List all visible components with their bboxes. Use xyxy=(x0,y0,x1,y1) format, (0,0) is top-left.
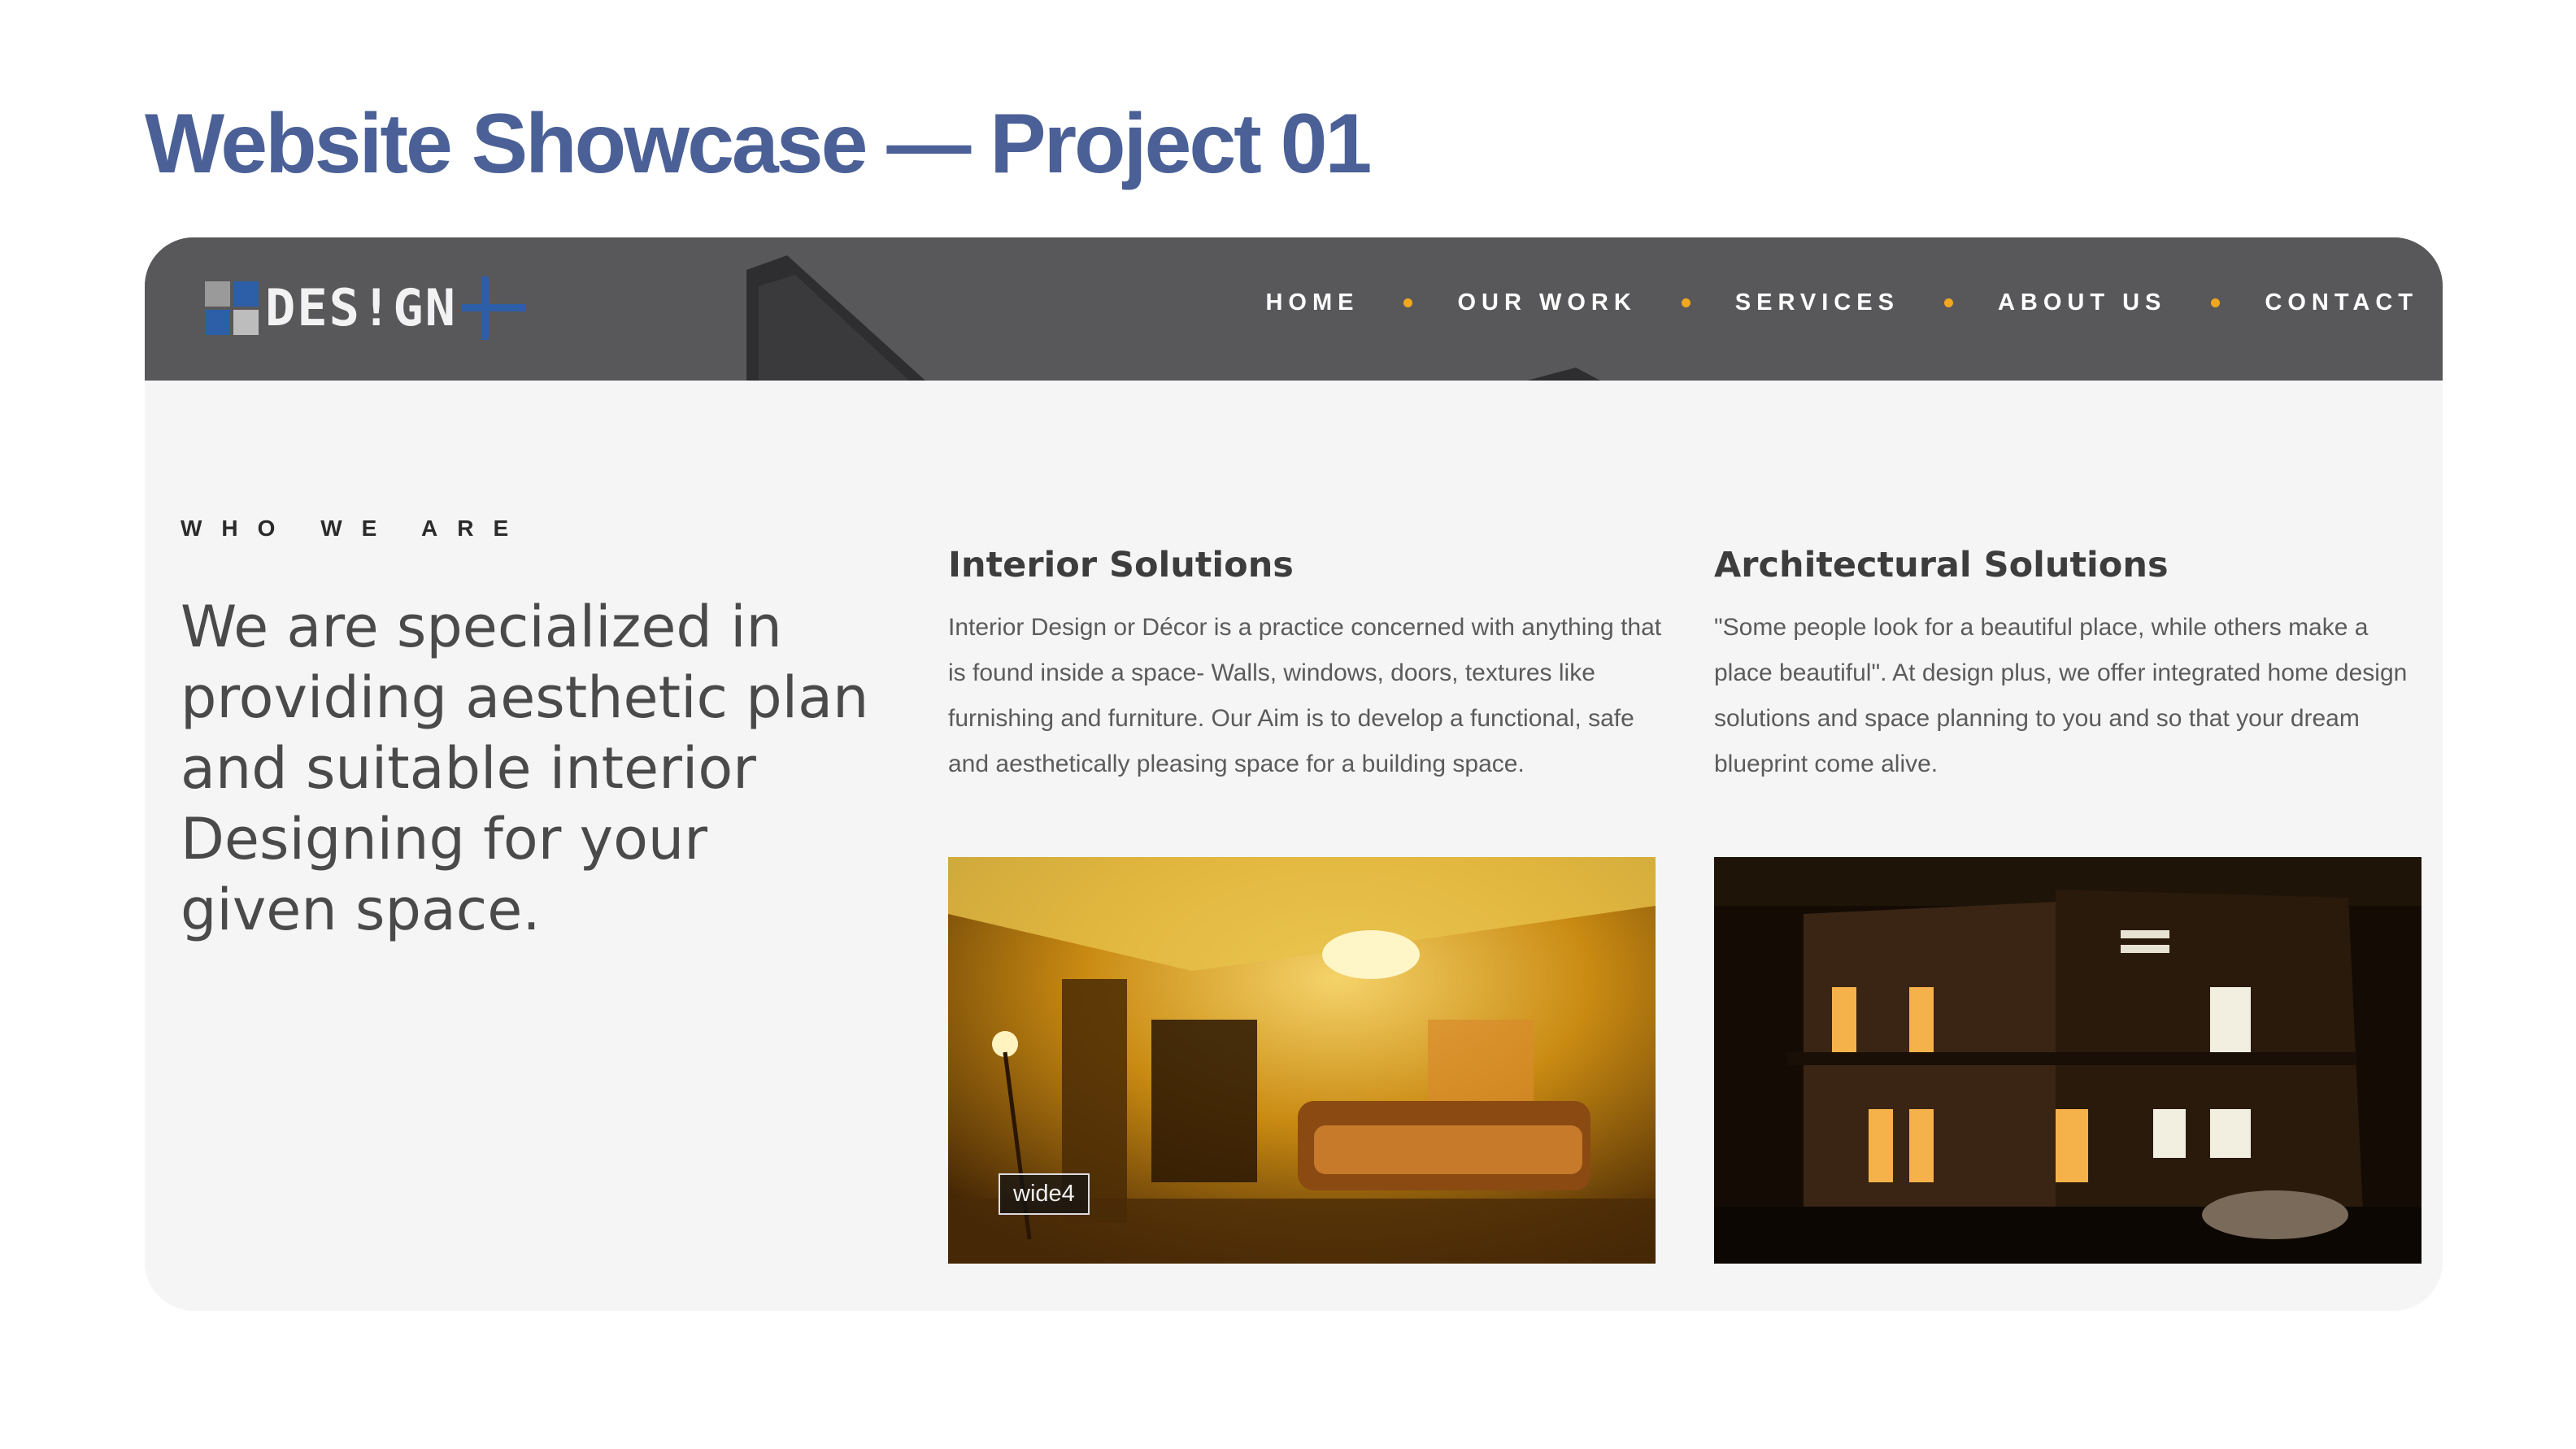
site-logo[interactable]: DES!GN xyxy=(205,272,525,345)
nav-contact[interactable]: CONTACT xyxy=(2265,289,2418,316)
service-architectural: Architectural Solutions "Some people loo… xyxy=(1714,545,2430,787)
nav-our-work[interactable]: OUR WORK xyxy=(1457,289,1636,316)
section-eyebrow: WHO WE ARE xyxy=(181,516,529,541)
page-title: Website Showcase — Project 01 xyxy=(145,97,1372,191)
nav-services[interactable]: SERVICES xyxy=(1735,289,1899,316)
main-nav: HOME OUR WORK SERVICES ABOUT US CONTACT xyxy=(1265,237,2418,368)
service-title: Architectural Solutions xyxy=(1714,545,2169,585)
site-header: DES!GN HOME OUR WORK SERVICES ABOUT US C… xyxy=(145,237,2443,381)
architecture-photo-illustration xyxy=(1714,857,2422,1264)
nav-separator-dot xyxy=(2211,298,2221,307)
logo-text: DES!GN xyxy=(265,278,457,337)
nav-about-us[interactable]: ABOUT US xyxy=(1998,289,2166,316)
nav-separator-dot xyxy=(1403,298,1413,307)
nav-separator-dot xyxy=(1681,298,1690,307)
about-headline: We are specialized in providing aestheti… xyxy=(181,594,869,943)
nav-separator-dot xyxy=(1943,298,1953,307)
website-screenshot-card: DES!GN HOME OUR WORK SERVICES ABOUT US C… xyxy=(145,237,2443,1311)
service-title: Interior Solutions xyxy=(948,545,1294,585)
architecture-photo[interactable] xyxy=(1714,857,2422,1264)
logo-plus-icon xyxy=(461,276,525,340)
logo-squares-icon xyxy=(205,281,259,335)
interior-photo[interactable]: wide4 xyxy=(948,857,1656,1264)
service-interior: Interior Solutions Interior Design or Dé… xyxy=(948,545,1664,787)
nav-home[interactable]: HOME xyxy=(1265,289,1359,316)
service-description: Interior Design or Décor is a practice c… xyxy=(948,613,1662,777)
service-description: "Some people look for a beautiful place,… xyxy=(1714,613,2408,777)
image-caption: wide4 xyxy=(999,1173,1090,1215)
